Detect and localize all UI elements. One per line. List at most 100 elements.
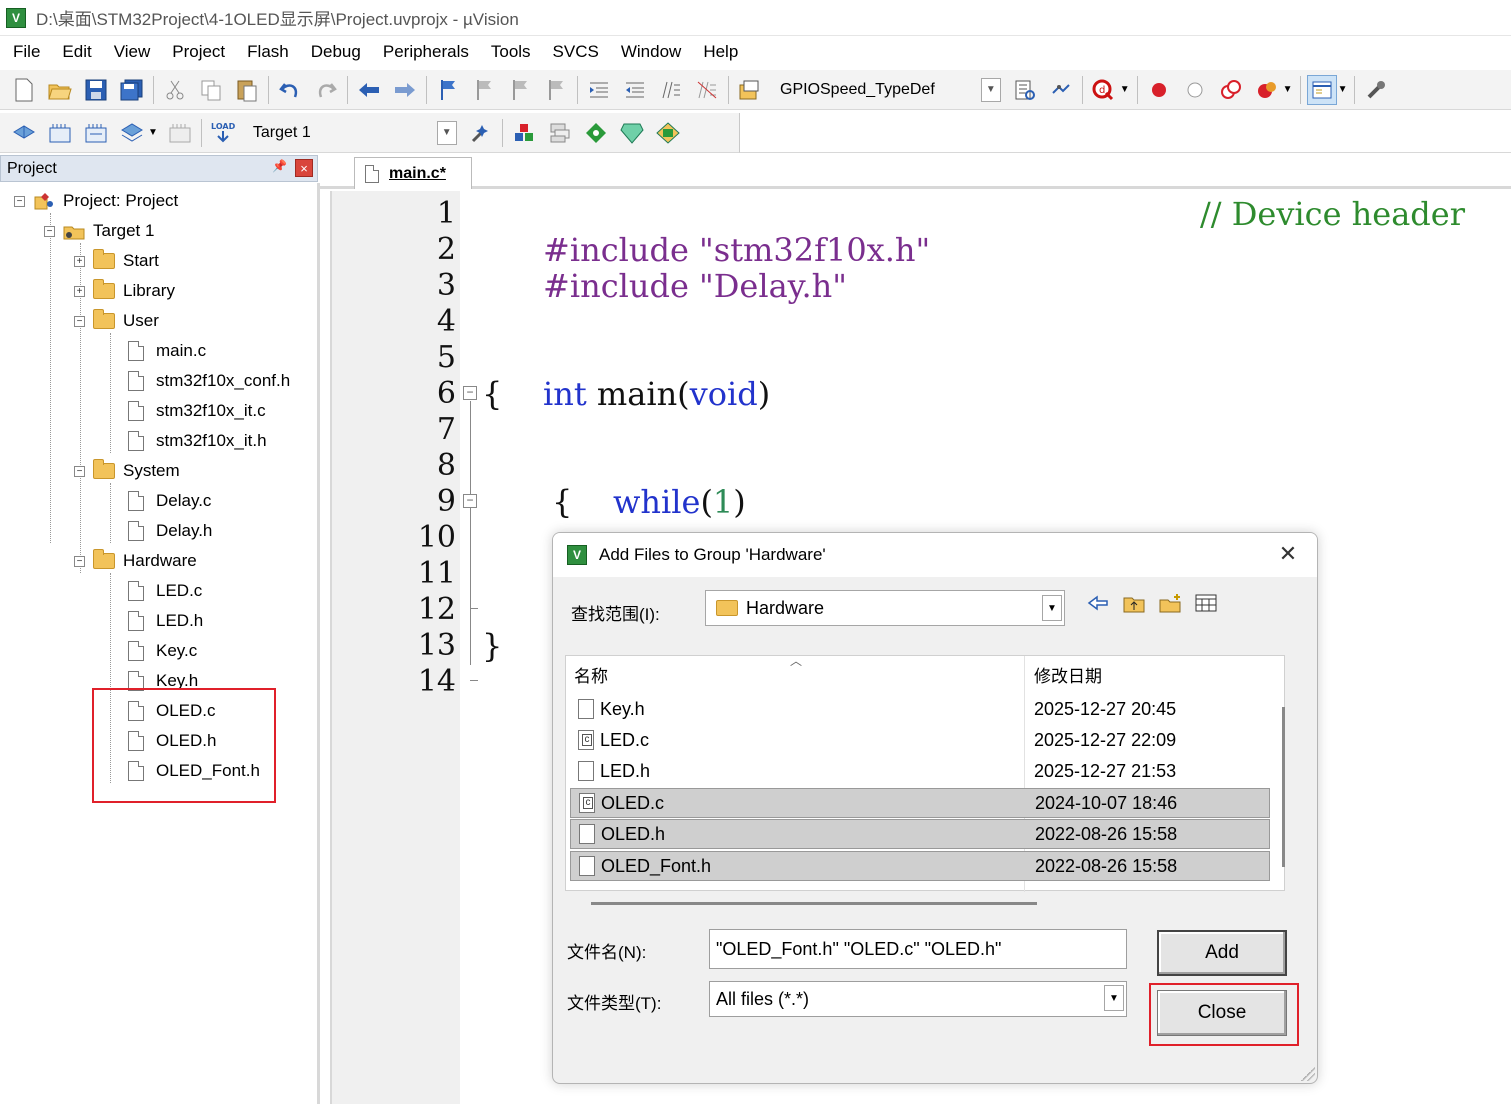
tree-group-hardware[interactable]: − Hardware <box>74 546 197 576</box>
pin-icon[interactable]: 📌 <box>272 159 287 173</box>
undo-icon[interactable] <box>275 75 305 105</box>
open-folder-icon[interactable] <box>45 75 75 105</box>
tree-group-system[interactable]: − System <box>74 456 180 486</box>
save-icon[interactable] <box>81 75 111 105</box>
file-row[interactable]: LED.h 2025-12-27 21:53 <box>570 756 1270 786</box>
select-packs-icon[interactable] <box>581 118 611 148</box>
redo-icon[interactable] <box>311 75 341 105</box>
close-icon[interactable]: ✕ <box>1275 541 1301 567</box>
menu-file[interactable]: File <box>2 37 51 67</box>
collapse-toggle-icon[interactable]: − <box>74 465 85 477</box>
file-list[interactable]: 名称 ︿ 修改日期 Key.h 2025-12-27 20:45 LED.c 2… <box>565 654 1285 892</box>
menu-edit[interactable]: Edit <box>51 37 102 67</box>
window-layout-icon[interactable] <box>1306 74 1337 105</box>
bookmark-clear-icon[interactable] <box>541 75 571 105</box>
breakpoint-kill-all-icon[interactable] <box>1252 75 1282 105</box>
tree-file[interactable]: Key.h <box>128 666 198 696</box>
look-in-combo[interactable]: Hardware ▼ <box>705 590 1065 626</box>
source-browser-icon[interactable] <box>1046 75 1076 105</box>
target-options-icon[interactable] <box>466 118 496 148</box>
find-in-files-icon[interactable] <box>735 75 765 105</box>
menu-debug[interactable]: Debug <box>300 37 372 67</box>
tree-file[interactable]: LED.c <box>128 576 202 606</box>
chevron-down-icon[interactable]: ▼ <box>1042 595 1062 621</box>
menu-view[interactable]: View <box>103 37 162 67</box>
save-all-icon[interactable] <box>117 75 147 105</box>
download-load-icon[interactable]: LOAD <box>208 118 238 148</box>
chevron-down-icon[interactable]: ▼ <box>436 120 457 145</box>
filetype-select[interactable]: All files (*.*) ▼ <box>709 981 1127 1017</box>
uncomment-icon[interactable] <box>692 75 722 105</box>
breakpoint-enable-icon[interactable] <box>1180 75 1210 105</box>
stop-build-icon[interactable] <box>165 118 195 148</box>
resize-grip-icon[interactable] <box>1301 1067 1315 1081</box>
tab-main-c[interactable]: main.c* <box>354 157 472 189</box>
fold-collapse-icon[interactable]: − <box>463 494 477 508</box>
tree-group-library[interactable]: + Library <box>74 276 175 306</box>
collapse-toggle-icon[interactable]: − <box>74 315 85 327</box>
tree-file[interactable]: stm32f10x_it.c <box>128 396 266 426</box>
chevron-down-icon[interactable]: ▼ <box>148 127 158 138</box>
collapse-toggle-icon[interactable]: − <box>44 225 55 237</box>
build-icon[interactable] <box>45 118 75 148</box>
rebuild-icon[interactable] <box>81 118 111 148</box>
horizontal-scrollbar[interactable] <box>591 902 1037 905</box>
run-time-environment-icon[interactable] <box>653 118 683 148</box>
menu-project[interactable]: Project <box>161 37 236 67</box>
up-folder-icon[interactable] <box>1123 592 1145 614</box>
vertical-scrollbar[interactable] <box>1282 707 1285 867</box>
expand-toggle-icon[interactable]: + <box>74 255 85 267</box>
tree-file[interactable]: OLED_Font.h <box>128 756 260 786</box>
menu-svcs[interactable]: SVCS <box>542 37 610 67</box>
target-combo[interactable]: Target 1 ▼ <box>247 119 457 147</box>
tree-file[interactable]: OLED.c <box>128 696 216 726</box>
paste-icon[interactable] <box>232 75 262 105</box>
navigate-back-icon[interactable] <box>354 75 384 105</box>
collapse-toggle-icon[interactable]: − <box>14 195 25 207</box>
chevron-down-icon[interactable]: ▼ <box>1104 985 1124 1011</box>
bookmark-next-icon[interactable] <box>505 75 535 105</box>
file-row[interactable]: Key.h 2025-12-27 20:45 <box>570 694 1270 724</box>
breakpoint-insert-icon[interactable] <box>1144 75 1174 105</box>
tree-file[interactable]: stm32f10x_it.h <box>128 426 267 456</box>
copy-icon[interactable] <box>196 75 226 105</box>
incremental-find-icon[interactable] <box>1010 75 1040 105</box>
batch-build-icon[interactable] <box>117 118 147 148</box>
file-extensions-icon[interactable] <box>545 118 575 148</box>
breakpoint-disable-all-icon[interactable] <box>1216 75 1246 105</box>
tree-file[interactable]: OLED.h <box>128 726 216 756</box>
translate-icon[interactable] <box>9 118 39 148</box>
comment-icon[interactable] <box>656 75 686 105</box>
manage-components-icon[interactable] <box>509 118 539 148</box>
column-header-date[interactable]: 修改日期 <box>1034 662 1102 687</box>
menu-window[interactable]: Window <box>610 37 692 67</box>
menu-tools[interactable]: Tools <box>480 37 542 67</box>
tree-target[interactable]: − Target 1 <box>44 216 154 246</box>
tree-group-start[interactable]: + Start <box>74 246 159 276</box>
file-row-selected[interactable]: OLED_Font.h 2022-08-26 15:58 <box>570 851 1270 881</box>
navigate-forward-icon[interactable] <box>390 75 420 105</box>
pack-installer-icon[interactable] <box>617 118 647 148</box>
menu-peripherals[interactable]: Peripherals <box>372 37 480 67</box>
chevron-down-icon[interactable]: ▼ <box>1338 84 1348 95</box>
chevron-down-icon[interactable]: ▼ <box>1283 84 1293 95</box>
indent-icon[interactable] <box>584 75 614 105</box>
new-folder-icon[interactable] <box>1159 592 1181 614</box>
menu-help[interactable]: Help <box>692 37 749 67</box>
close-icon[interactable]: × <box>295 159 313 177</box>
chevron-down-icon[interactable]: ▼ <box>1120 84 1130 95</box>
file-row[interactable]: LED.c 2025-12-27 22:09 <box>570 725 1270 755</box>
tree-root-project[interactable]: − Project: Project <box>14 186 178 216</box>
file-row-selected[interactable]: OLED.c 2024-10-07 18:46 <box>570 788 1270 818</box>
configure-wrench-icon[interactable] <box>1361 75 1391 105</box>
file-row-selected[interactable]: OLED.h 2022-08-26 15:58 <box>570 819 1270 849</box>
tree-group-user[interactable]: − User <box>74 306 159 336</box>
new-file-icon[interactable] <box>9 75 39 105</box>
fold-collapse-icon[interactable]: − <box>463 386 477 400</box>
menu-flash[interactable]: Flash <box>236 37 300 67</box>
cut-icon[interactable] <box>160 75 190 105</box>
chevron-down-icon[interactable]: ▼ <box>980 77 1001 102</box>
tree-file[interactable]: main.c <box>128 336 206 366</box>
collapse-toggle-icon[interactable]: − <box>74 555 85 567</box>
add-button[interactable]: Add <box>1157 930 1287 976</box>
